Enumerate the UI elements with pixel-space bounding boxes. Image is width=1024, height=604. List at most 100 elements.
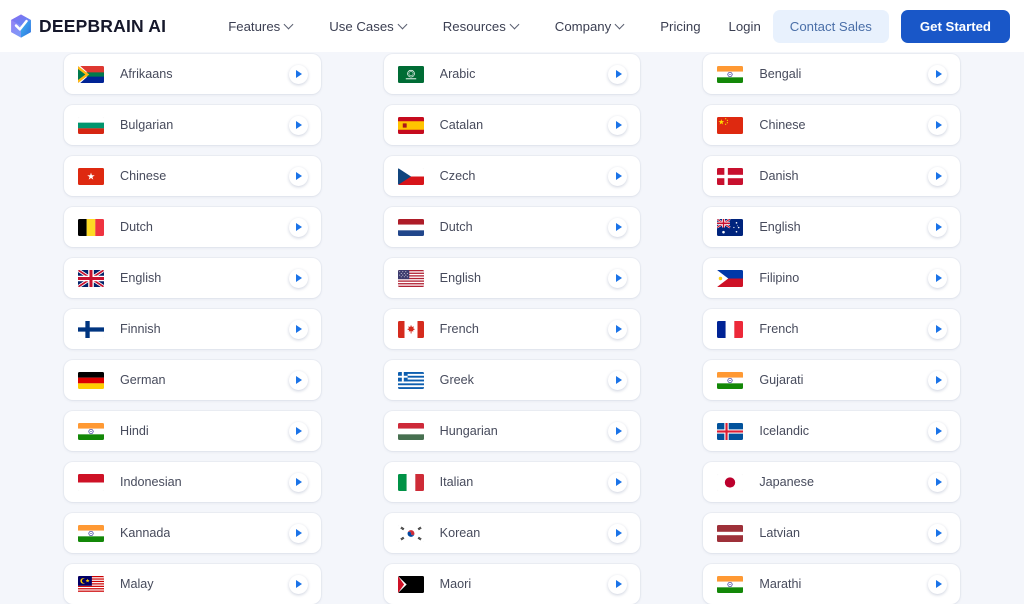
- language-card[interactable]: German: [64, 360, 321, 400]
- chevron-down-icon: [399, 21, 407, 29]
- play-icon[interactable]: [288, 421, 308, 441]
- language-card[interactable]: Finnish: [64, 309, 321, 349]
- language-name: Greek: [439, 373, 474, 387]
- nav-item-label: Company: [554, 18, 612, 34]
- language-card[interactable]: Afrikaans: [64, 54, 321, 94]
- flag-icon-in: [717, 575, 744, 593]
- play-icon[interactable]: [928, 574, 948, 594]
- brand-logo[interactable]: DEEPBRAIN AI: [10, 14, 166, 38]
- nav-item-company[interactable]: Company: [537, 19, 642, 34]
- play-icon[interactable]: [288, 523, 308, 543]
- play-icon[interactable]: [288, 319, 308, 339]
- language-grid: Afrikaans Bulgarian Chinese Dutch English Fin…: [0, 52, 1024, 604]
- language-card[interactable]: English: [383, 258, 641, 298]
- language-card[interactable]: Indonesian: [64, 462, 321, 502]
- nav-item-pricing[interactable]: Pricing: [642, 19, 718, 34]
- language-name: Gujarati: [759, 373, 804, 387]
- brand-name-main: DEEPBRAIN: [39, 15, 144, 36]
- play-icon[interactable]: [608, 421, 628, 441]
- contact-sales-button[interactable]: Contact Sales: [772, 9, 889, 43]
- language-card[interactable]: Icelandic: [703, 411, 961, 451]
- language-name: Hindi: [120, 424, 149, 438]
- language-card[interactable]: Gujarati: [703, 360, 961, 400]
- play-icon[interactable]: [928, 319, 948, 339]
- play-icon[interactable]: [608, 115, 628, 135]
- language-card[interactable]: Marathi: [703, 564, 961, 604]
- language-card[interactable]: French: [703, 309, 961, 349]
- play-icon[interactable]: [288, 115, 308, 135]
- language-card[interactable]: Dutch: [383, 207, 641, 247]
- language-card[interactable]: Hungarian: [383, 411, 641, 451]
- language-card[interactable]: Kannada: [64, 513, 321, 553]
- play-icon[interactable]: [928, 370, 948, 390]
- language-card[interactable]: Czech: [383, 156, 641, 196]
- play-icon[interactable]: [928, 472, 948, 492]
- nav-item-resources[interactable]: Resources: [425, 19, 537, 34]
- play-icon[interactable]: [288, 166, 308, 186]
- play-icon[interactable]: [928, 115, 948, 135]
- flag-icon-gr: [397, 371, 424, 389]
- play-icon[interactable]: [608, 472, 628, 492]
- language-card[interactable]: Malay: [64, 564, 321, 604]
- play-icon[interactable]: [608, 268, 628, 288]
- language-card[interactable]: Bulgarian: [64, 105, 321, 145]
- language-card[interactable]: English: [64, 258, 321, 298]
- language-name: Japanese: [759, 475, 814, 489]
- play-icon[interactable]: [288, 268, 308, 288]
- header-actions: Login Contact Sales Get Started: [729, 9, 1010, 43]
- play-icon[interactable]: [928, 421, 948, 441]
- flag-icon-ca: [397, 320, 424, 338]
- language-card[interactable]: Italian: [383, 462, 641, 502]
- nav-item-use-cases[interactable]: Use Cases: [311, 19, 425, 34]
- language-card[interactable]: Filipino: [703, 258, 961, 298]
- play-icon[interactable]: [608, 574, 628, 594]
- language-card[interactable]: English: [703, 207, 961, 247]
- language-card[interactable]: Bengali: [703, 54, 961, 94]
- language-card[interactable]: Maori: [383, 564, 641, 604]
- flag-icon-in: [717, 371, 744, 389]
- get-started-button[interactable]: Get Started: [900, 9, 1010, 43]
- flag-icon-dk: [717, 167, 744, 185]
- language-card[interactable]: Chinese: [703, 105, 961, 145]
- play-icon[interactable]: [928, 268, 948, 288]
- flag-icon-be: [78, 218, 104, 236]
- language-card[interactable]: Chinese: [64, 156, 321, 196]
- nav-item-features[interactable]: Features: [210, 19, 311, 34]
- brand-name-suffix: AI: [148, 15, 167, 36]
- language-card[interactable]: Dutch: [64, 207, 321, 247]
- login-link[interactable]: Login: [729, 19, 761, 34]
- play-icon[interactable]: [608, 166, 628, 186]
- language-card[interactable]: Arabic: [383, 54, 641, 94]
- play-icon[interactable]: [608, 64, 628, 84]
- language-name: Hungarian: [439, 424, 498, 438]
- play-icon[interactable]: [288, 370, 308, 390]
- language-name: Finnish: [120, 322, 161, 336]
- language-card[interactable]: Latvian: [703, 513, 961, 553]
- language-card[interactable]: Danish: [703, 156, 961, 196]
- flag-icon-lv: [717, 524, 744, 542]
- play-icon[interactable]: [288, 217, 308, 237]
- play-icon[interactable]: [928, 166, 948, 186]
- play-icon[interactable]: [608, 370, 628, 390]
- flag-icon-in: [78, 422, 104, 440]
- flag-icon-nl: [397, 218, 424, 236]
- language-name: Chinese: [759, 118, 806, 132]
- language-card[interactable]: Korean: [383, 513, 641, 553]
- play-icon[interactable]: [288, 472, 308, 492]
- language-card[interactable]: Catalan: [383, 105, 641, 145]
- language-card[interactable]: French: [383, 309, 641, 349]
- language-card[interactable]: Greek: [383, 360, 641, 400]
- nav-item-label: Use Cases: [329, 18, 394, 34]
- play-icon[interactable]: [928, 217, 948, 237]
- language-column-3: Bengali Chinese Danish English Filipino Frenc…: [703, 52, 961, 604]
- play-icon[interactable]: [288, 64, 308, 84]
- language-card[interactable]: Hindi: [64, 411, 321, 451]
- play-icon[interactable]: [608, 217, 628, 237]
- play-icon[interactable]: [608, 523, 628, 543]
- play-icon[interactable]: [288, 574, 308, 594]
- play-icon[interactable]: [608, 319, 628, 339]
- play-icon[interactable]: [928, 523, 948, 543]
- language-card[interactable]: Japanese: [703, 462, 961, 502]
- language-name: Afrikaans: [120, 67, 173, 81]
- play-icon[interactable]: [928, 64, 948, 84]
